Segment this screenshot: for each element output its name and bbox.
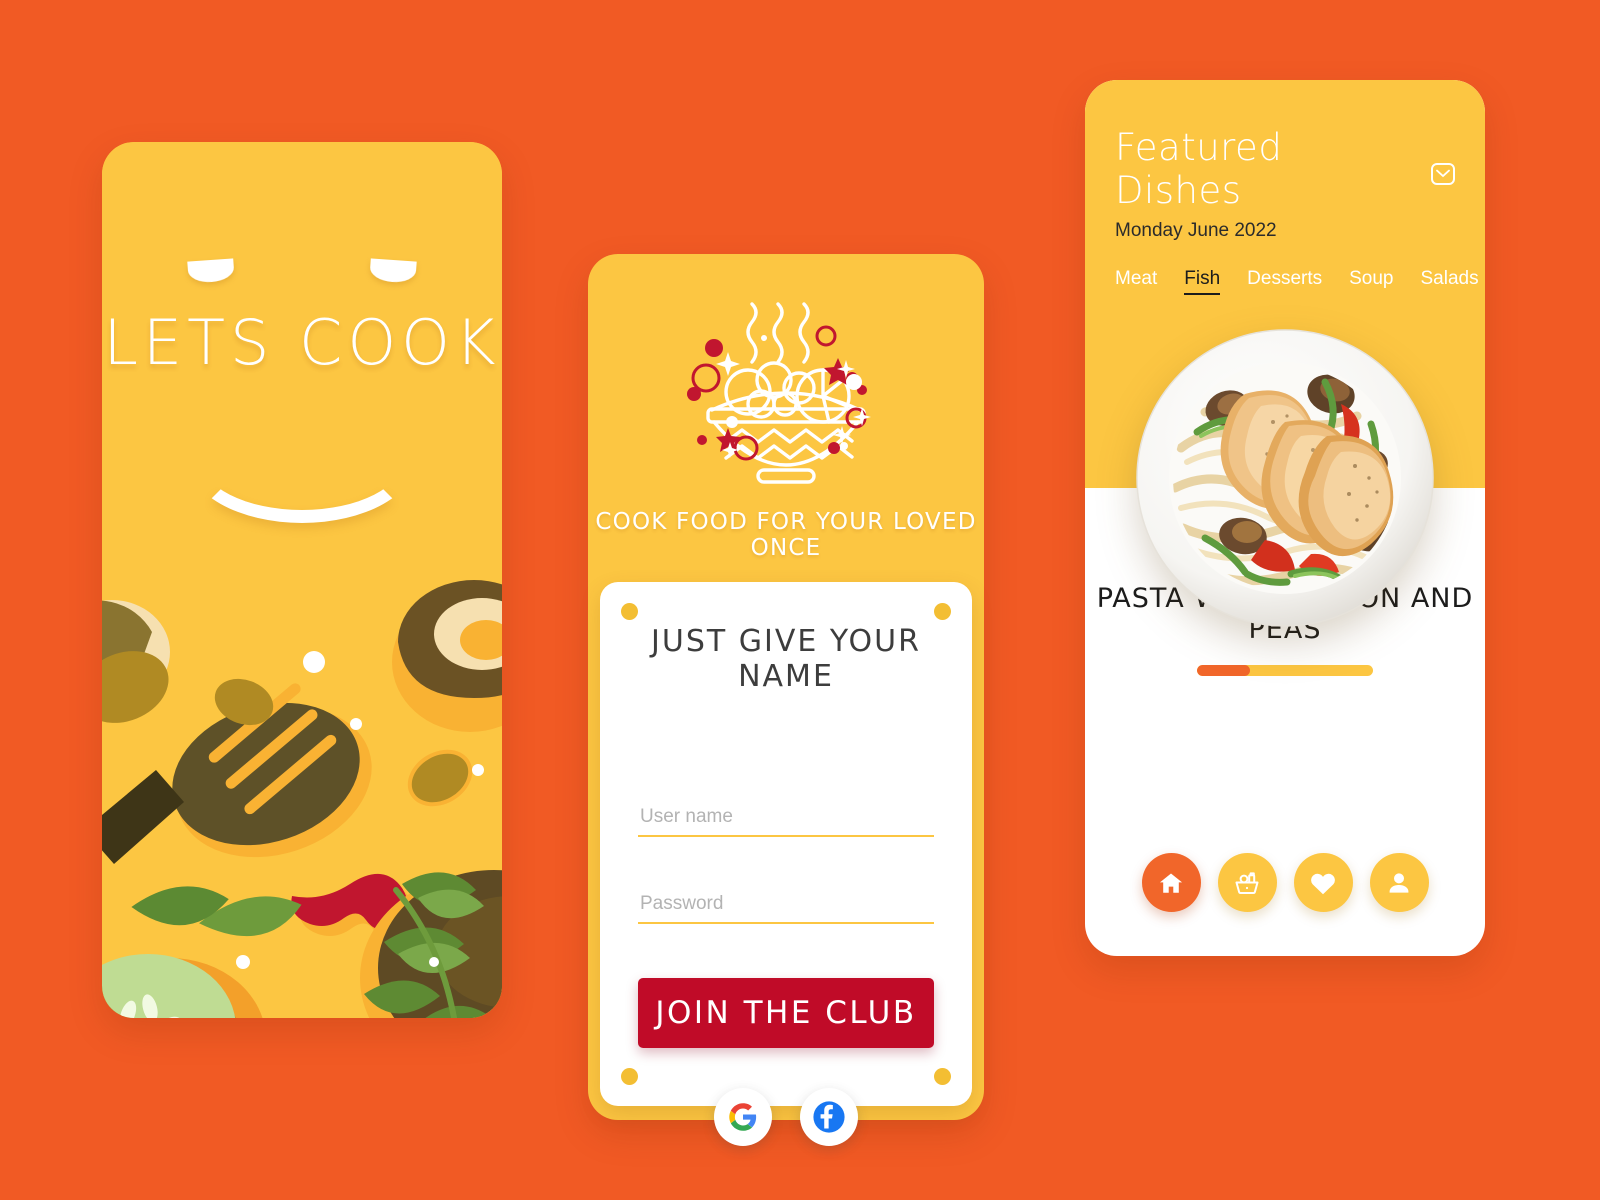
nav-favorites-button[interactable] bbox=[1293, 853, 1353, 912]
dish-progress-fill bbox=[1197, 665, 1250, 676]
form-title: JUST GIVE YOUR NAME bbox=[651, 624, 921, 694]
password-input[interactable] bbox=[638, 889, 934, 924]
brand-title: LETS COOK bbox=[103, 306, 501, 379]
featured-dishes-screen: Featured Dishes Monday June 2022 Meat Fi… bbox=[1085, 80, 1485, 956]
smiley-eyes bbox=[102, 258, 502, 290]
google-icon bbox=[729, 1103, 757, 1131]
social-login-row bbox=[638, 1088, 934, 1146]
page-title: Featured Dishes bbox=[1115, 126, 1283, 212]
screw-dot-top-right bbox=[934, 603, 951, 620]
screw-dot-bottom-left bbox=[621, 1068, 638, 1085]
signup-form-card: JUST GIVE YOUR NAME JOIN THE CLUB bbox=[600, 582, 972, 1146]
tab-soup[interactable]: Soup bbox=[1349, 268, 1393, 295]
chevron-down-icon[interactable] bbox=[1431, 162, 1455, 185]
heart-icon bbox=[1311, 873, 1335, 894]
nav-basket-button[interactable] bbox=[1217, 853, 1277, 912]
category-tabs: Meat Fish Desserts Soup Salads bbox=[1115, 268, 1479, 295]
salad-bowl-icon bbox=[687, 302, 871, 484]
dish-photo bbox=[1135, 328, 1435, 628]
current-date: Monday June 2022 bbox=[1115, 220, 1277, 241]
signup-tagline: COOK FOOD FOR YOUR LOVED ONCE bbox=[595, 509, 977, 561]
signup-screen: COOK FOOD FOR YOUR LOVED ONCE JUST GIVE … bbox=[588, 254, 984, 1146]
screw-dot-bottom-right bbox=[934, 1068, 951, 1085]
nav-home-button[interactable] bbox=[1141, 853, 1201, 912]
splash-brand-block: LETS COOK bbox=[102, 258, 502, 523]
screw-dot-top-left bbox=[621, 603, 638, 620]
tab-meat[interactable]: Meat bbox=[1115, 268, 1157, 295]
smiley-mouth-icon bbox=[187, 393, 417, 523]
featured-title-row: Featured Dishes bbox=[1115, 126, 1455, 212]
person-icon bbox=[1389, 872, 1409, 893]
password-field-wrap bbox=[638, 889, 934, 924]
username-field-wrap bbox=[638, 802, 934, 837]
home-icon bbox=[1159, 872, 1183, 893]
facebook-icon bbox=[813, 1101, 845, 1133]
splash-screen: LETS COOK bbox=[102, 142, 502, 1018]
google-login-button[interactable] bbox=[714, 1088, 772, 1146]
bottom-navigation bbox=[1085, 853, 1485, 912]
tab-fish[interactable]: Fish bbox=[1184, 268, 1221, 295]
tab-salads[interactable]: Salads bbox=[1421, 268, 1479, 295]
nav-profile-button[interactable] bbox=[1369, 853, 1429, 912]
username-input[interactable] bbox=[638, 802, 934, 837]
tab-desserts[interactable]: Desserts bbox=[1247, 268, 1322, 295]
smiley-eye-left-icon bbox=[187, 258, 235, 284]
signup-hero: COOK FOOD FOR YOUR LOVED ONCE bbox=[588, 254, 984, 561]
basket-icon bbox=[1235, 871, 1259, 894]
facebook-login-button[interactable] bbox=[800, 1088, 858, 1146]
join-the-club-button[interactable]: JOIN THE CLUB bbox=[638, 978, 934, 1048]
dish-progress-bar[interactable] bbox=[1197, 665, 1373, 676]
smiley-eye-right-icon bbox=[369, 258, 417, 284]
